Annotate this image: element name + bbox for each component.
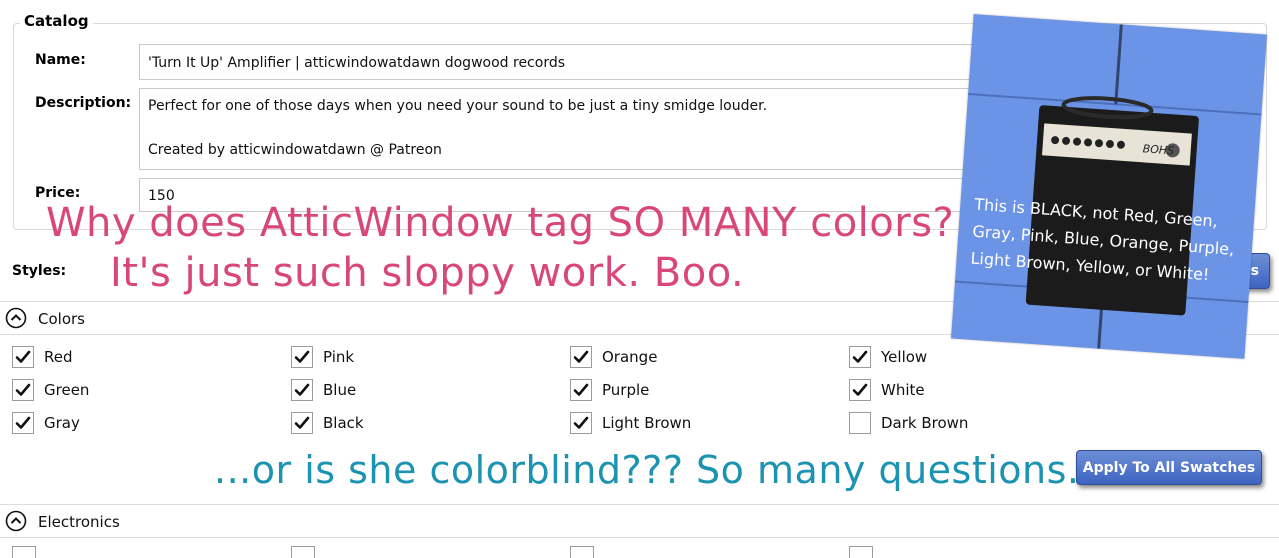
checkmark-icon[interactable] — [849, 379, 871, 401]
color-checkbox-label: Pink — [323, 348, 355, 366]
description-label: Description: — [35, 95, 132, 111]
color-checkbox-label: Black — [323, 414, 364, 432]
checkbox-empty[interactable] — [849, 412, 871, 434]
amp-logo: BOHS — [1142, 142, 1174, 157]
annotation-pink-line-2: It's just such sloppy work. Boo. — [110, 250, 745, 296]
checkmark-icon[interactable] — [849, 346, 871, 368]
apply-to-all-swatches-label: Apply To All Swatches — [1082, 459, 1256, 476]
checkbox-partial[interactable] — [570, 546, 594, 558]
color-checkbox-label: Green — [44, 381, 90, 399]
color-checkbox-label: Blue — [323, 381, 357, 399]
collapse-chevron-icon[interactable] — [5, 307, 27, 329]
color-checkbox-pink[interactable]: Pink — [291, 346, 354, 368]
amplifier-photo: BOHS This is BLACK, not Red, Green, Gray… — [951, 14, 1267, 359]
color-checkbox-orange[interactable]: Orange — [570, 346, 657, 368]
color-checkbox-yellow[interactable]: Yellow — [849, 346, 927, 368]
checkmark-icon[interactable] — [570, 346, 592, 368]
color-checkbox-label: Purple — [602, 381, 650, 399]
styles-label: Styles: — [12, 263, 67, 279]
amplifier-illustration: BOHS — [954, 24, 1262, 349]
checkmark-icon[interactable] — [291, 379, 313, 401]
color-checkbox-black[interactable]: Black — [291, 412, 364, 434]
color-checkbox-label: Gray — [44, 414, 80, 432]
apply-to-all-swatches-button[interactable]: Apply To All Swatches — [1076, 450, 1262, 485]
color-checkbox-light-brown[interactable]: Light Brown — [570, 412, 691, 434]
checkmark-icon[interactable] — [291, 412, 313, 434]
color-checkbox-label: Yellow — [881, 348, 928, 366]
checkbox-partial[interactable] — [12, 546, 36, 558]
color-checkbox-dark-brown[interactable]: Dark Brown — [849, 412, 968, 434]
electronics-section-header[interactable]: Electronics — [0, 504, 1279, 538]
color-checkbox-label: Orange — [602, 348, 658, 366]
color-checkbox-gray[interactable]: Gray — [12, 412, 80, 434]
color-checkbox-label: Red — [44, 348, 73, 366]
colors-section-title: Colors — [38, 310, 85, 328]
checkbox-partial[interactable] — [291, 546, 315, 558]
checkmark-icon[interactable] — [570, 412, 592, 434]
color-checkbox-red[interactable]: Red — [12, 346, 73, 368]
checkmark-icon[interactable] — [570, 379, 592, 401]
color-checkbox-purple[interactable]: Purple — [570, 379, 649, 401]
color-checkbox-blue[interactable]: Blue — [291, 379, 356, 401]
checkmark-icon[interactable] — [291, 346, 313, 368]
price-label: Price: — [35, 185, 81, 201]
annotation-pink-line-1: Why does AtticWindow tag SO MANY colors? — [46, 200, 955, 246]
checkmark-icon[interactable] — [12, 346, 34, 368]
annotation-blue-line: ...or is she colorblind??? So many quest… — [214, 448, 1080, 492]
name-label: Name: — [35, 52, 86, 68]
color-checkbox-green[interactable]: Green — [12, 379, 89, 401]
color-checkbox-label: White — [881, 381, 925, 399]
checkmark-icon[interactable] — [12, 412, 34, 434]
electronics-section-title: Electronics — [38, 513, 120, 531]
checkmark-icon[interactable] — [12, 379, 34, 401]
catalog-legend: Catalog — [20, 12, 93, 30]
checkbox-partial[interactable] — [849, 546, 873, 558]
color-checkbox-label: Light Brown — [602, 414, 692, 432]
color-checkbox-label: Dark Brown — [881, 414, 969, 432]
color-checkbox-white[interactable]: White — [849, 379, 925, 401]
collapse-chevron-icon[interactable] — [5, 510, 27, 532]
